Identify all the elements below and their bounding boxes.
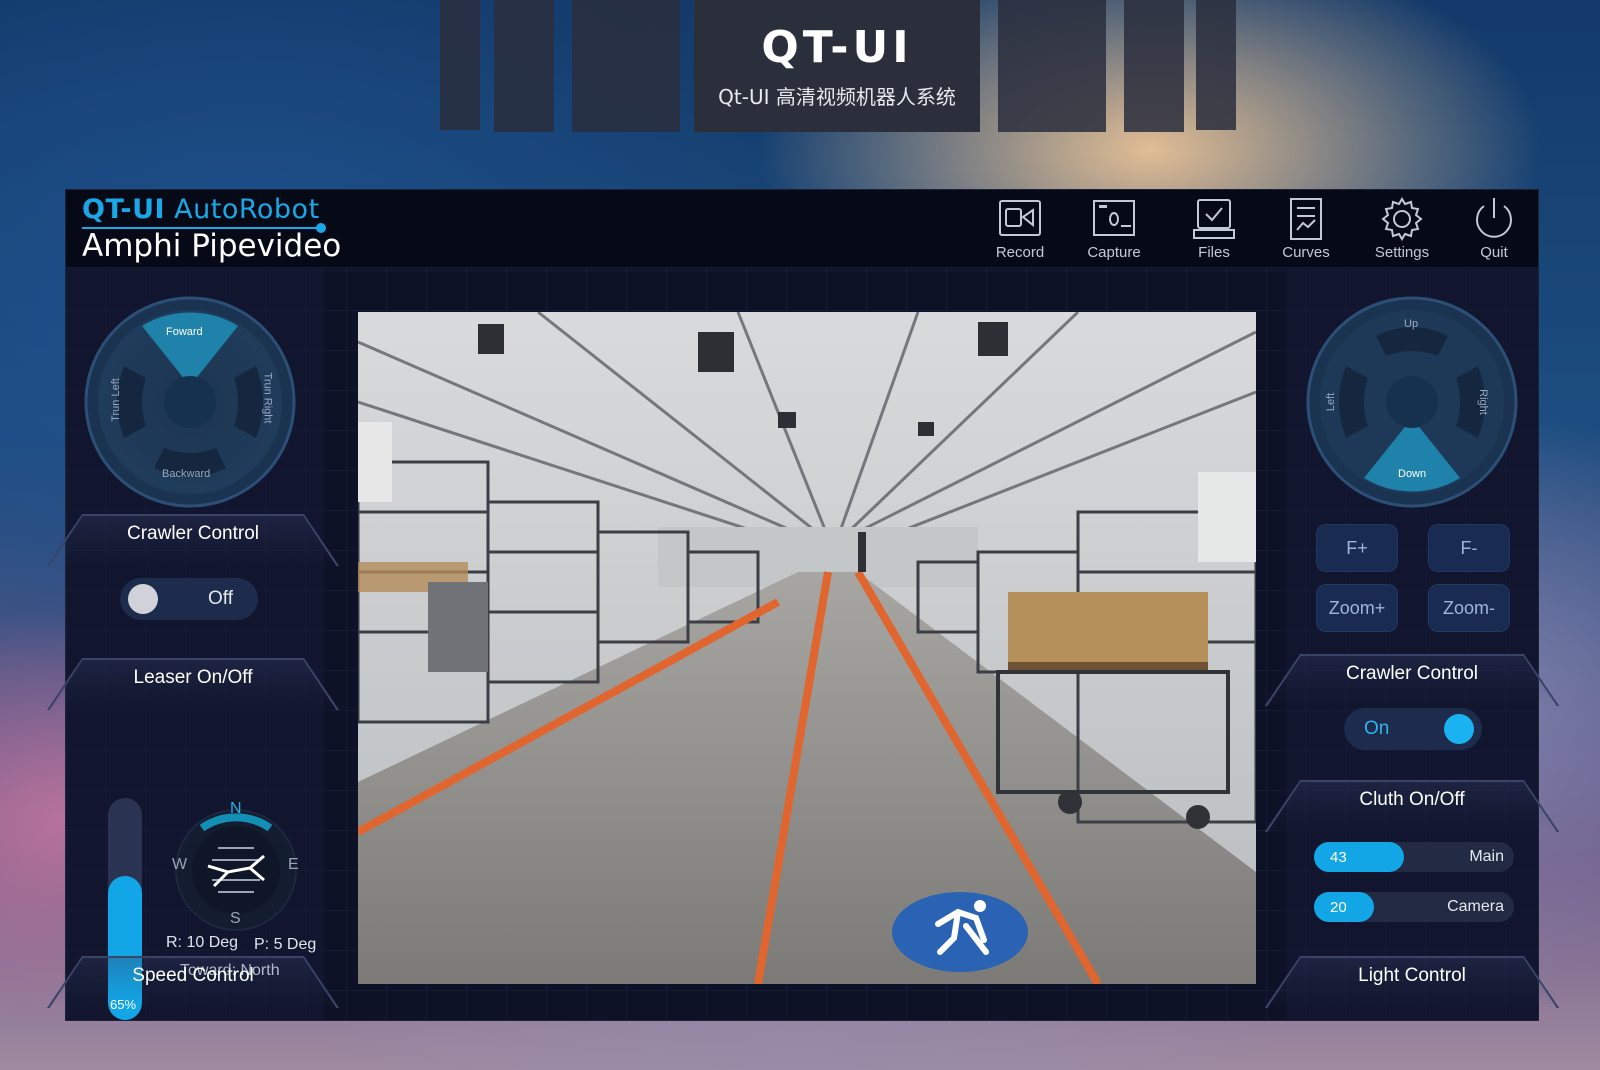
crawler-toggle-right[interactable]: On	[1344, 708, 1482, 750]
toggle-label: Off	[208, 588, 233, 609]
cluth-title: Cluth On/Off	[1300, 780, 1524, 820]
dpad-backward[interactable]: Backward	[162, 468, 210, 480]
compass-e: E	[288, 856, 299, 873]
banner-strip	[440, 0, 480, 130]
compass-s: S	[230, 910, 241, 927]
compass-n: N	[230, 800, 242, 817]
record-icon	[999, 200, 1041, 236]
light-control-title: Light Control	[1300, 956, 1524, 996]
gear-icon	[1381, 197, 1423, 241]
power-icon	[1476, 198, 1512, 238]
brand-qtui: QT-UI	[82, 194, 166, 225]
main-slider[interactable]: 43 Main	[1314, 842, 1514, 872]
main-slider-value: 43	[1330, 849, 1347, 866]
curves-icon	[1290, 198, 1322, 240]
banner-strip	[1196, 0, 1236, 130]
leaser-title: Leaser On/Off	[82, 658, 304, 698]
banner: QT-UI Qt-UI 高清视频机器人系统	[694, 0, 980, 132]
banner-strip	[998, 0, 1106, 132]
toggle-knob	[1444, 714, 1474, 744]
dpad-down[interactable]: Down	[1398, 468, 1426, 480]
record-label: Record	[995, 244, 1045, 261]
banner-strip	[1124, 0, 1184, 132]
brand-subtitle: Amphi Pipevideo	[82, 228, 342, 264]
roll-readout: R: 10 Deg	[166, 934, 239, 951]
focus-minus-button[interactable]: F-	[1428, 524, 1510, 572]
banner-logo: QT-UI	[761, 22, 913, 73]
crawler-toggle[interactable]: Off	[120, 578, 258, 620]
toggle-label: On	[1364, 718, 1390, 739]
dpad-up[interactable]: Up	[1404, 318, 1418, 330]
camera-frame	[358, 312, 1256, 984]
dpad-turn-left[interactable]: Trun Left	[110, 378, 122, 422]
main-slider-fill	[1314, 842, 1404, 872]
camera-slider-value: 20	[1330, 899, 1347, 916]
compass-w: W	[172, 856, 188, 873]
banner-strip	[494, 0, 554, 132]
dpad-turn-right[interactable]: Trun Right	[261, 373, 273, 424]
main-slider-label: Main	[1469, 848, 1504, 865]
quit-button[interactable]: Quit	[1454, 196, 1534, 266]
focus-plus-button[interactable]: F+	[1316, 524, 1398, 572]
settings-label: Settings	[1374, 244, 1430, 261]
right-sidebar: Up Down Left Right F+ F- Zoom+ Zoom- Cra…	[1286, 268, 1538, 1020]
header: QT-UI AutoRobot Amphi Pipevideo Record C…	[66, 190, 1538, 268]
brand-title: QT-UI AutoRobot	[82, 194, 320, 225]
zoom-out-button[interactable]: Zoom-	[1428, 584, 1510, 632]
settings-button[interactable]: Settings	[1362, 196, 1442, 266]
capture-icon	[1093, 200, 1135, 236]
files-label: Files	[1198, 244, 1230, 261]
main-window: QT-UI AutoRobot Amphi Pipevideo Record C…	[66, 190, 1538, 1020]
capture-button[interactable]: Capture	[1074, 196, 1154, 266]
curves-label: Curves	[1282, 244, 1330, 261]
banner-strip	[572, 0, 680, 132]
camera-slider-label: Camera	[1447, 898, 1504, 915]
toggle-knob	[128, 584, 158, 614]
dpad-left[interactable]: Left	[1325, 393, 1337, 411]
pitch-readout: P: 5 Deg	[254, 936, 317, 953]
record-button[interactable]: Record	[980, 196, 1060, 266]
speed-control-title: Speed Control	[82, 956, 304, 996]
crawler-control-title: Crawler Control	[82, 514, 304, 554]
capture-label: Capture	[1087, 244, 1141, 261]
crawler-control-title-right: Crawler Control	[1300, 654, 1524, 694]
curves-button[interactable]: Curves	[1266, 196, 1346, 266]
dpad-right[interactable]: Right	[1477, 389, 1489, 415]
quit-label: Quit	[1480, 244, 1508, 261]
zoom-in-button[interactable]: Zoom+	[1316, 584, 1398, 632]
left-sidebar: Foward Backward Trun Left Trun Right Cra…	[66, 268, 324, 1020]
files-icon	[1193, 199, 1235, 239]
camera-slider[interactable]: 20 Camera	[1314, 892, 1514, 922]
video-feed[interactable]	[358, 312, 1256, 984]
banner-subtitle: Qt-UI 高清视频机器人系统	[718, 85, 956, 109]
files-button[interactable]: Files	[1174, 196, 1254, 266]
dpad-forward[interactable]: Foward	[166, 326, 203, 338]
brand-autorobot: AutoRobot	[165, 194, 320, 225]
